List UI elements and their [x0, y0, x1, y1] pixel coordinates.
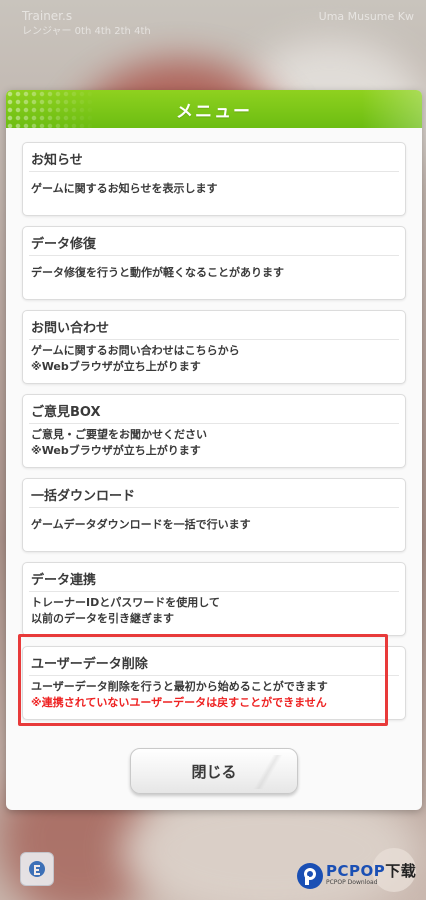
menu-item-desc: ご意見・ご要望をお聞かせください ※Webブラウザが立ち上がります — [31, 427, 207, 459]
menu-item-contact[interactable]: お問い合わせ ゲームに関するお問い合わせはこちらから ※Webブラウザが立ち上が… — [22, 310, 406, 384]
menu-item-title: データ連携 — [31, 573, 97, 588]
trainer-info: Trainer.s レンジャー 0th 4th 2th 4th — [22, 8, 151, 40]
app-logo-icon — [29, 861, 45, 877]
menu-item-desc: ユーザーデータ削除を行うと最初から始めることができます ※連携されていないユーザ… — [31, 679, 328, 711]
desc-line: ゲームに関するお問い合わせはこちらから — [31, 344, 240, 357]
close-button[interactable]: 閉じる — [130, 748, 298, 794]
menu-item-news[interactable]: お知らせ ゲームに関するお知らせを表示します — [22, 142, 406, 216]
menu-item-title: 一括ダウンロード — [31, 489, 136, 504]
top-right-info: Uma Musume Kw — [318, 10, 414, 23]
desc-line: ご意見・ご要望をお聞かせください — [31, 428, 207, 441]
divider — [29, 255, 399, 256]
menu-item-title: お問い合わせ — [31, 321, 110, 336]
menu-item-delete-user-data[interactable]: ユーザーデータ削除 ユーザーデータ削除を行うと最初から始めることができます ※連… — [22, 646, 406, 720]
app-icon[interactable] — [20, 852, 54, 886]
desc-line: トレーナーIDとパスワードを使用して — [31, 596, 220, 609]
menu-dialog: メニュー お知らせ ゲームに関するお知らせを表示します データ修復 データ修復を… — [6, 90, 422, 810]
menu-item-desc: トレーナーIDとパスワードを使用して 以前のデータを引き継ぎます — [31, 595, 220, 627]
menu-item-desc: ゲームデータダウンロードを一括で行います — [31, 518, 251, 531]
watermark-title: PCPOP下载 — [326, 862, 417, 880]
desc-line: 以前のデータを引き継ぎます — [31, 612, 174, 625]
menu-item-bulk-download[interactable]: 一括ダウンロード ゲームデータダウンロードを一括で行います — [22, 478, 406, 552]
desc-line: ※Webブラウザが立ち上がります — [31, 444, 201, 457]
menu-item-data-link[interactable]: データ連携 トレーナーIDとパスワードを使用して 以前のデータを引き継ぎます — [22, 562, 406, 636]
menu-item-title: ユーザーデータ削除 — [31, 657, 148, 672]
menu-item-desc: データ修復を行うと動作が軽くなることがあります — [31, 266, 284, 279]
divider — [29, 591, 399, 592]
divider — [29, 339, 399, 340]
trainer-name: Trainer.s — [22, 9, 73, 23]
desc-line: ユーザーデータ削除を行うと最初から始めることができます — [31, 680, 328, 693]
desc-line: ※Webブラウザが立ち上がります — [31, 360, 201, 373]
dialog-header: メニュー — [6, 90, 422, 128]
watermark: PCPOP下载 PCPOP Download — [296, 860, 424, 894]
divider — [29, 507, 399, 508]
menu-item-title: ご意見BOX — [31, 405, 101, 420]
divider — [29, 423, 399, 424]
menu-item-desc: ゲームに関するお問い合わせはこちらから ※Webブラウザが立ち上がります — [31, 343, 240, 375]
menu-item-data-repair[interactable]: データ修復 データ修復を行うと動作が軽くなることがあります — [22, 226, 406, 300]
menu-item-title: データ修復 — [31, 237, 97, 252]
close-button-label: 閉じる — [191, 762, 237, 781]
divider — [29, 675, 399, 676]
menu-item-feedback[interactable]: ご意見BOX ご意見・ご要望をお聞かせください ※Webブラウザが立ち上がります — [22, 394, 406, 468]
warning-text: ※連携されていないユーザーデータは戻すことができません — [31, 696, 327, 709]
dialog-title: メニュー — [176, 101, 252, 122]
menu-item-title: お知らせ — [31, 153, 83, 168]
divider — [29, 171, 399, 172]
watermark-download: 下载 — [385, 862, 417, 880]
trainer-rank: レンジャー 0th 4th 2th 4th — [22, 26, 151, 37]
watermark-logo-icon — [297, 863, 323, 889]
menu-item-desc: ゲームに関するお知らせを表示します — [31, 182, 218, 195]
